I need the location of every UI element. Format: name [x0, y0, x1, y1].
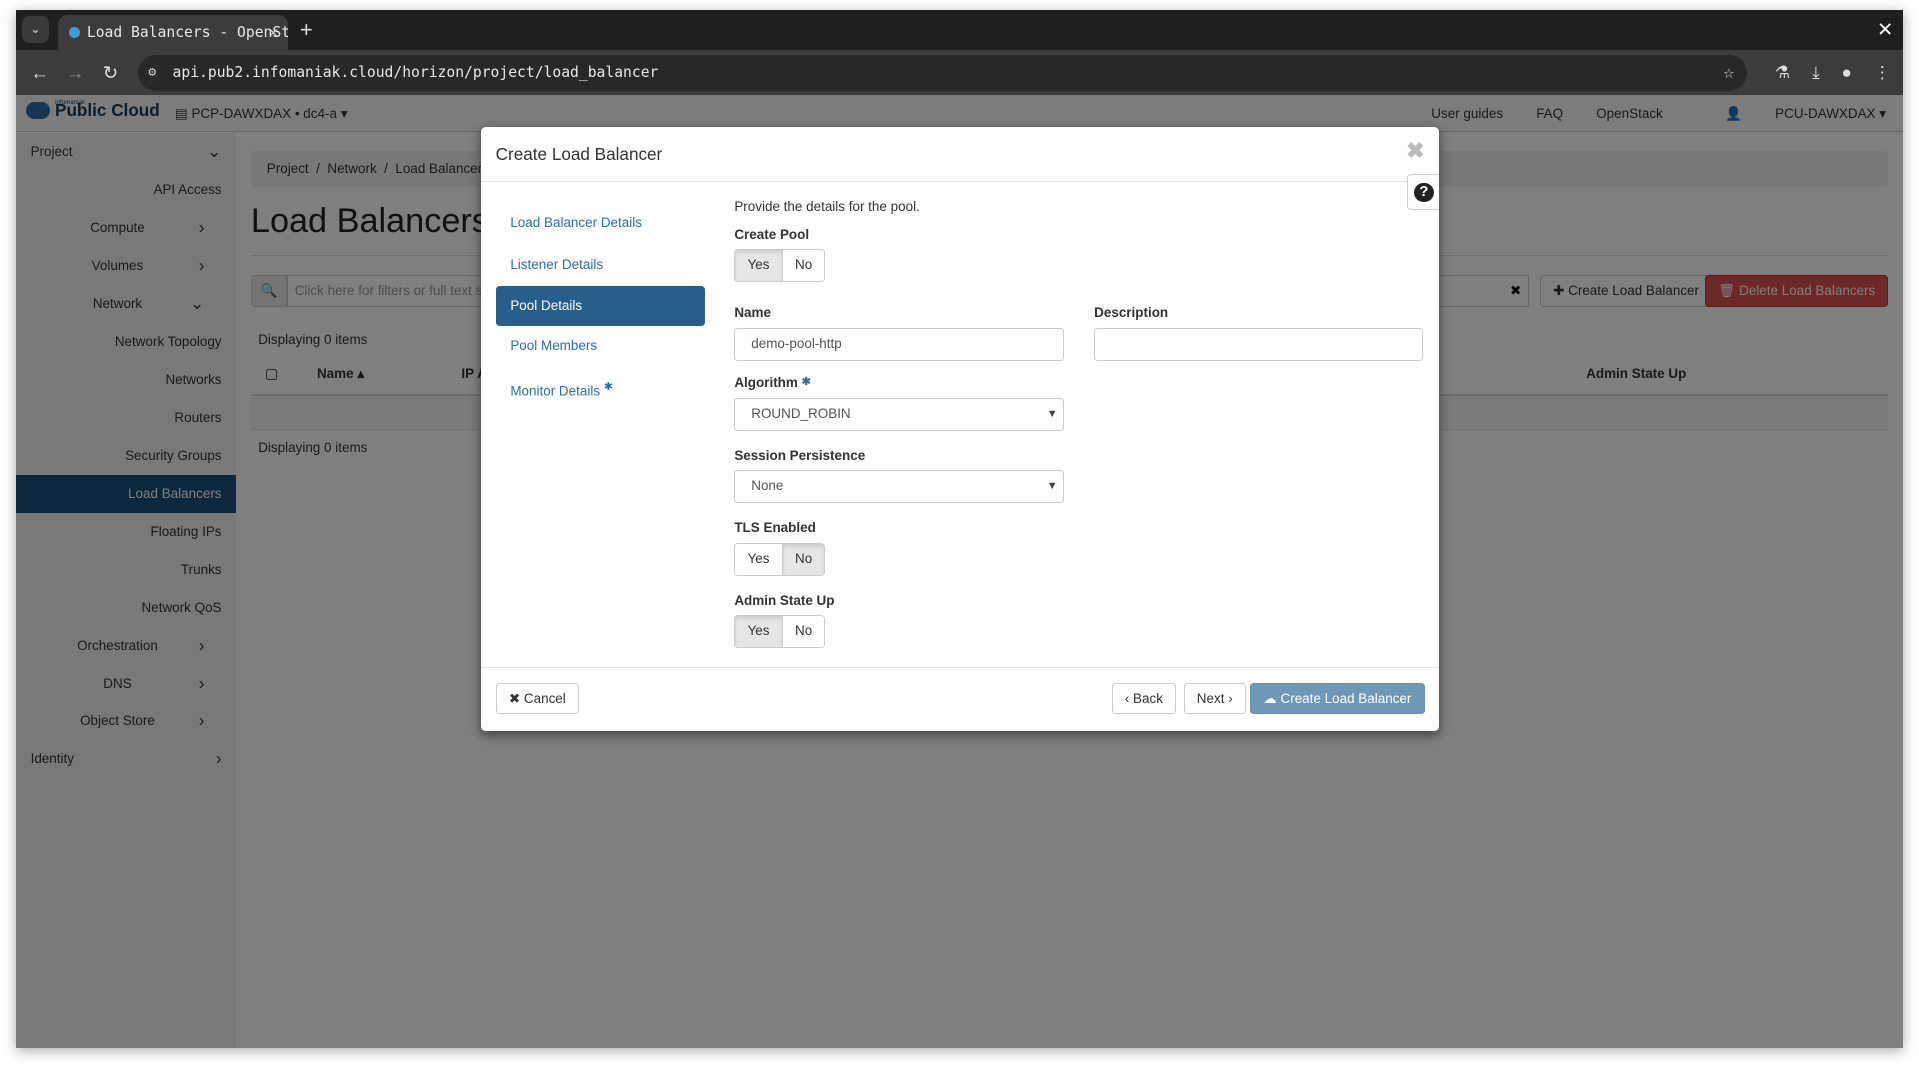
modal-title: Create Load Balancer — [495, 144, 663, 165]
reload-icon[interactable]: ↻ — [103, 50, 118, 95]
description-input[interactable] — [1094, 327, 1424, 361]
close-window-button[interactable]: ✕ — [1877, 15, 1893, 46]
create-load-balancer-modal: Create Load Balancer ✖ ? Load Balancer D… — [480, 127, 1440, 731]
tab-strip: ⌄ Load Balancers - OpenStack✕ + ✕ — [15, 9, 1904, 51]
step-load-balancer-details[interactable]: Load Balancer Details — [496, 203, 705, 245]
admin-state-label: Admin State Up — [734, 592, 835, 608]
next-button[interactable]: Next › — [1183, 682, 1246, 715]
step-pool-members[interactable]: Pool Members — [496, 326, 705, 368]
create-pool-label: Create Pool — [734, 226, 810, 242]
cancel-button[interactable]: ✖ Cancel — [495, 682, 580, 715]
close-tab-icon[interactable]: ✕ — [269, 15, 278, 50]
step-monitor-details[interactable]: Monitor Details ✱ — [496, 367, 705, 409]
favicon-icon — [68, 26, 80, 38]
toolbar-icons[interactable]: ⚗ ⤓ ● ⋮ — [1775, 50, 1891, 95]
create-pool-toggle: Yes No — [734, 249, 826, 283]
back-icon[interactable]: ← — [31, 50, 49, 95]
back-button[interactable]: ‹ Back — [1111, 682, 1177, 715]
address-bar[interactable]: ⚙ api.pub2.infomaniak.cloud/horizon/proje… — [138, 55, 1747, 91]
step-pool-details[interactable]: Pool Details — [495, 286, 705, 326]
session-persistence-select[interactable]: None ▼ — [734, 470, 1064, 504]
admin-state-yes[interactable]: Yes — [735, 616, 782, 648]
intro-text: Provide the details for the pool. — [734, 199, 920, 215]
step-listener-details[interactable]: Listener Details — [496, 245, 705, 287]
algorithm-select[interactable]: ROUND_ROBIN ▼ — [734, 397, 1064, 431]
create-pool-yes[interactable]: Yes — [735, 250, 782, 282]
modal-footer: ✖ Cancel ‹ Back Next › ☁ Create Load Bal… — [480, 667, 1440, 731]
bookmark-star-icon[interactable]: ☆ — [1723, 55, 1734, 91]
tls-yes[interactable]: Yes — [735, 543, 782, 575]
session-persistence-label: Session Persistence — [734, 447, 866, 463]
tls-no[interactable]: No — [781, 543, 825, 575]
chevron-down-icon: ▼ — [1046, 407, 1058, 420]
required-icon: ✱ — [603, 381, 614, 394]
browser-window: ⌄ Load Balancers - OpenStack✕ + ✕ ← → ↻ … — [15, 9, 1904, 1048]
toolbar: ← → ↻ ⚙ api.pub2.infomaniak.cloud/horizon… — [15, 50, 1904, 96]
site-info-icon[interactable]: ⚙ — [148, 55, 156, 91]
forward-icon[interactable]: → — [66, 50, 84, 95]
tls-enabled-toggle: Yes No — [734, 542, 826, 576]
admin-state-no[interactable]: No — [781, 616, 825, 648]
tls-enabled-label: TLS Enabled — [734, 520, 816, 536]
name-input[interactable]: demo-pool-http — [734, 327, 1064, 361]
name-label: Name — [734, 305, 771, 321]
required-icon: ✱ — [801, 376, 811, 389]
new-tab-button[interactable]: + — [300, 15, 313, 46]
close-icon[interactable]: ✖ — [1406, 138, 1424, 164]
tab-search-button[interactable]: ⌄ — [22, 15, 49, 43]
admin-state-toggle: Yes No — [734, 615, 826, 649]
create-pool-no[interactable]: No — [781, 250, 825, 282]
algorithm-label: Algorithm ✱ — [734, 375, 811, 391]
chevron-down-icon: ▼ — [1046, 480, 1058, 493]
create-load-balancer-submit[interactable]: ☁ Create Load Balancer — [1250, 682, 1425, 715]
description-label: Description — [1094, 305, 1169, 321]
browser-tab[interactable]: Load Balancers - OpenStack✕ — [57, 14, 288, 51]
wizard-steps: Load Balancer Details Listener Details P… — [495, 203, 705, 409]
